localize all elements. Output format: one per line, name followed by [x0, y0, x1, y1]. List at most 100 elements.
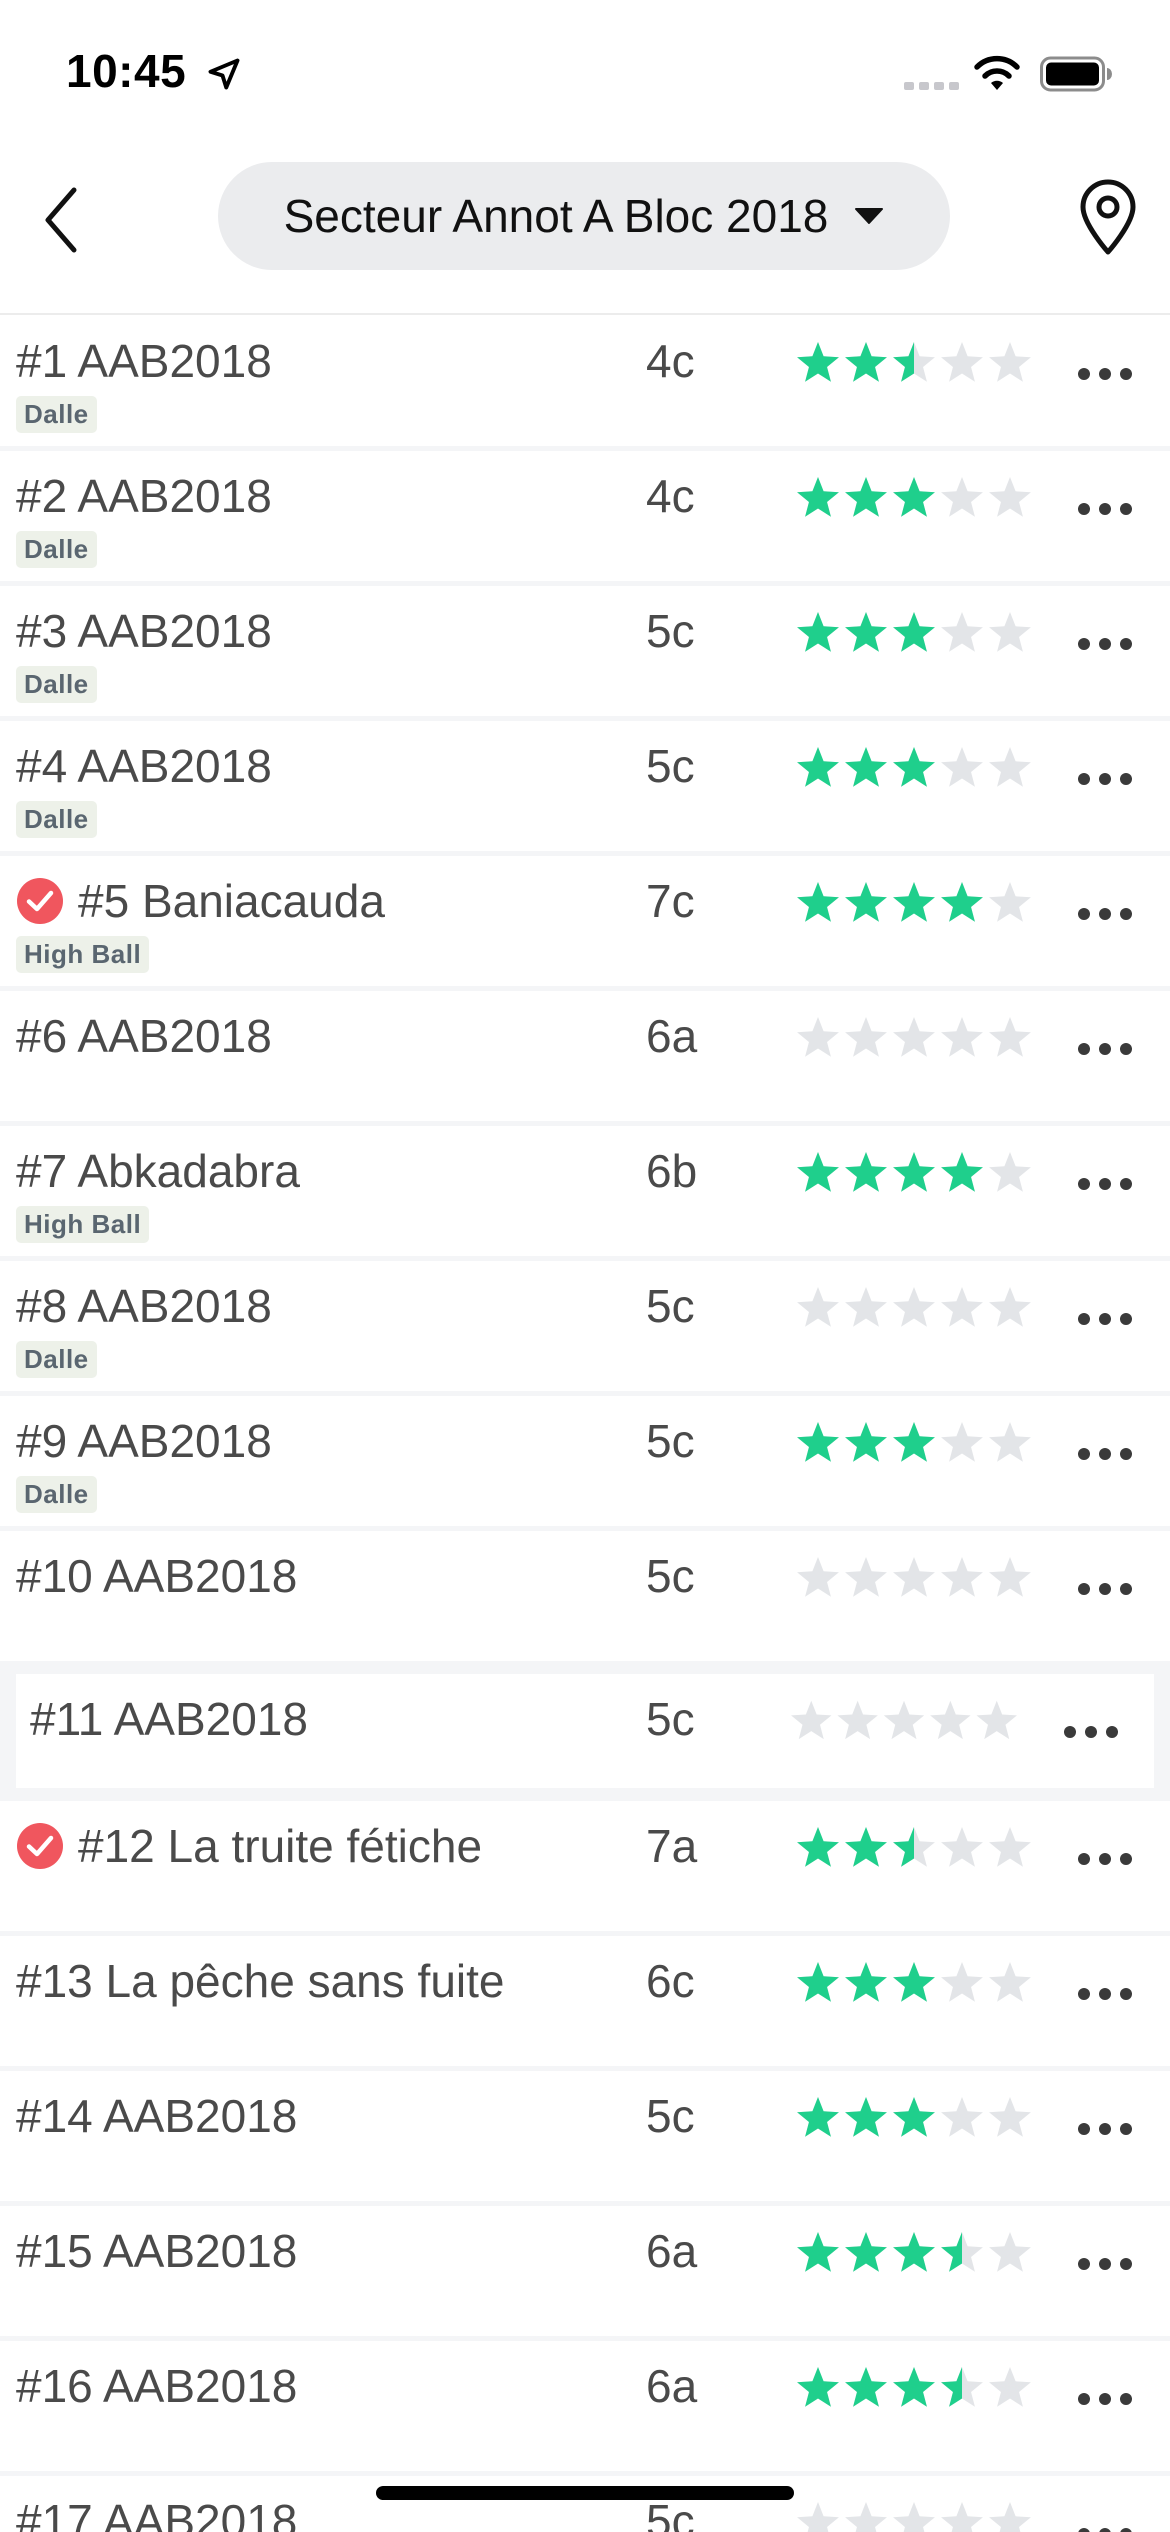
star-rating — [797, 1287, 1031, 1327]
star-empty-icon — [989, 1017, 1031, 1057]
star-filled-icon — [845, 882, 887, 922]
star-filled-icon — [893, 2367, 935, 2407]
route-grade: 5c — [646, 605, 695, 657]
star-filled-icon — [893, 1962, 935, 2002]
check-circle-icon — [17, 1823, 63, 1869]
star-filled-icon — [797, 882, 839, 922]
route-row[interactable]: #11 AAB2018 5c — [0, 1666, 1170, 1801]
star-rating — [797, 342, 1031, 382]
more-options-icon[interactable] — [1076, 2526, 1134, 2532]
location-arrow-icon — [208, 58, 240, 90]
star-empty-icon — [941, 1422, 983, 1462]
star-empty-icon — [989, 2097, 1031, 2137]
route-name: #2 AAB2018 — [16, 470, 272, 522]
star-empty-icon — [845, 1017, 887, 1057]
route-tag: High Ball — [16, 1206, 150, 1243]
more-options-icon[interactable] — [1076, 2121, 1134, 2137]
more-options-icon[interactable] — [1076, 636, 1134, 652]
route-tag: High Ball — [16, 936, 150, 973]
route-row[interactable]: #8 AAB2018 Dalle 5c — [0, 1261, 1170, 1396]
star-filled-icon — [845, 1962, 887, 2002]
route-grade: 7a — [646, 1820, 698, 1872]
more-options-icon[interactable] — [1076, 1311, 1134, 1327]
more-options-icon[interactable] — [1076, 1446, 1134, 1462]
route-title: #10 AAB2018 — [16, 1549, 297, 1603]
route-title: #6 AAB2018 — [16, 1009, 272, 1063]
star-filled-icon — [893, 2097, 935, 2137]
sector-selector[interactable]: Secteur Annot A Bloc 2018 — [218, 162, 950, 270]
route-row[interactable]: #4 AAB2018 Dalle 5c — [0, 721, 1170, 856]
route-row[interactable]: #16 AAB2018 6a — [0, 2341, 1170, 2476]
chevron-left-icon[interactable] — [36, 180, 86, 260]
route-row[interactable]: #17 AAB2018 5c — [0, 2476, 1170, 2532]
star-empty-icon — [989, 1962, 1031, 2002]
star-empty-icon — [989, 1422, 1031, 1462]
route-row[interactable]: #15 AAB2018 6a — [0, 2206, 1170, 2341]
route-row[interactable]: #2 AAB2018 Dalle 4c — [0, 451, 1170, 586]
star-filled-icon — [941, 1152, 983, 1192]
more-options-icon[interactable] — [1076, 2391, 1134, 2407]
route-row[interactable]: #7 Abkadabra High Ball 6b — [0, 1126, 1170, 1261]
route-tag: Dalle — [16, 801, 97, 838]
more-options-icon[interactable] — [1076, 501, 1134, 517]
route-name: #6 AAB2018 — [16, 1010, 272, 1062]
route-title: #13 La pêche sans fuite — [16, 1954, 504, 2008]
star-empty-icon — [989, 612, 1031, 652]
star-filled-icon — [893, 2232, 935, 2272]
star-filled-icon — [893, 1152, 935, 1192]
star-empty-icon — [941, 1557, 983, 1597]
more-options-icon[interactable] — [1062, 1724, 1120, 1740]
route-title: #3 AAB2018 — [16, 604, 272, 658]
star-empty-icon — [893, 1017, 935, 1057]
route-tag: Dalle — [16, 396, 97, 433]
star-empty-icon — [941, 477, 983, 517]
star-rating — [797, 2232, 1031, 2272]
route-row[interactable]: #10 AAB2018 5c — [0, 1531, 1170, 1666]
route-title: #1 AAB2018 — [16, 334, 272, 388]
more-options-icon[interactable] — [1076, 1581, 1134, 1597]
route-row[interactable]: #6 AAB2018 6a — [0, 991, 1170, 1126]
route-name: #4 AAB2018 — [16, 740, 272, 792]
star-filled-icon — [845, 1152, 887, 1192]
star-empty-icon — [797, 1557, 839, 1597]
route-row[interactable]: #3 AAB2018 Dalle 5c — [0, 586, 1170, 721]
more-options-icon[interactable] — [1076, 906, 1134, 922]
star-empty-icon — [941, 2502, 983, 2532]
route-name: #3 AAB2018 — [16, 605, 272, 657]
route-name: #13 La pêche sans fuite — [16, 1955, 505, 2007]
route-title: #9 AAB2018 — [16, 1414, 272, 1468]
star-filled-icon — [797, 2232, 839, 2272]
more-options-icon[interactable] — [1076, 366, 1134, 382]
more-options-icon[interactable] — [1076, 2256, 1134, 2272]
star-filled-icon — [845, 747, 887, 787]
route-grade: 5c — [646, 1415, 695, 1467]
star-rating — [797, 612, 1031, 652]
star-filled-icon — [845, 477, 887, 517]
route-grade: 4c — [646, 470, 695, 522]
more-options-icon[interactable] — [1076, 1176, 1134, 1192]
route-row[interactable]: #13 La pêche sans fuite 6c — [0, 1936, 1170, 2071]
route-grade: 7c — [646, 875, 695, 927]
route-row[interactable]: #12 La truite fétiche 7a — [0, 1801, 1170, 1936]
cellular-signal-icon — [904, 82, 959, 90]
route-grade: 6a — [646, 1010, 698, 1062]
route-title: #14 AAB2018 — [16, 2089, 297, 2143]
more-options-icon[interactable] — [1076, 1851, 1134, 1867]
route-name: #1 AAB2018 — [16, 335, 272, 387]
star-empty-icon — [989, 1827, 1031, 1867]
star-filled-icon — [845, 2232, 887, 2272]
route-name: #5 Baniacauda — [78, 875, 385, 927]
route-row[interactable]: #9 AAB2018 Dalle 5c — [0, 1396, 1170, 1531]
more-options-icon[interactable] — [1076, 771, 1134, 787]
star-empty-icon — [989, 2367, 1031, 2407]
more-options-icon[interactable] — [1076, 1986, 1134, 2002]
route-row[interactable]: #1 AAB2018 Dalle 4c — [0, 316, 1170, 451]
route-row[interactable]: #14 AAB2018 5c — [0, 2071, 1170, 2206]
route-row[interactable]: #5 Baniacauda High Ball 7c — [0, 856, 1170, 991]
star-filled-icon — [893, 477, 935, 517]
map-pin-icon[interactable] — [1076, 178, 1140, 256]
star-filled-icon — [845, 1422, 887, 1462]
more-options-icon[interactable] — [1076, 1041, 1134, 1057]
star-filled-icon — [845, 342, 887, 382]
star-filled-icon — [893, 747, 935, 787]
